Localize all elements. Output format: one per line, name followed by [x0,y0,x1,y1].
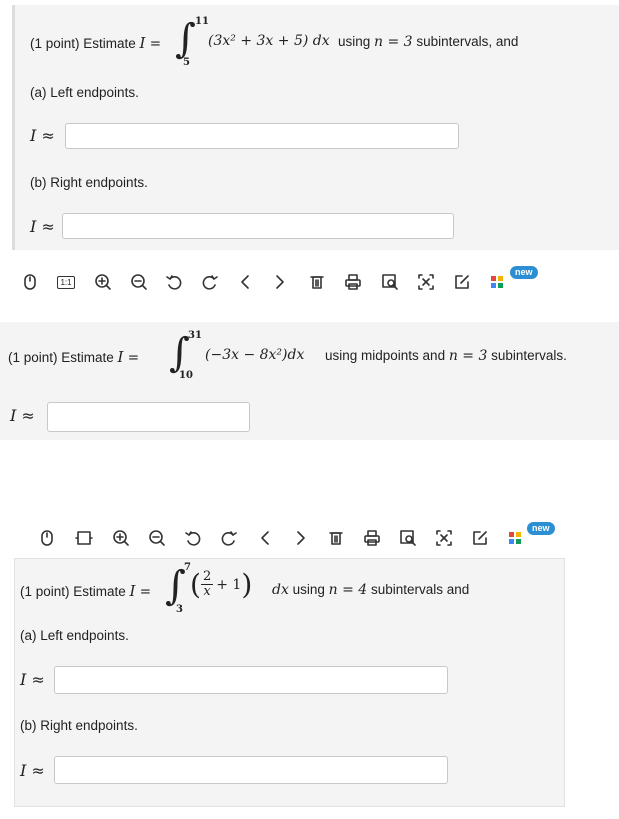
fit-screen-icon[interactable] [74,527,94,549]
problem-1-answer-b-input[interactable] [62,213,454,239]
problem-2-statement: (1 point) Estimate I = [8,348,140,366]
mouse-icon[interactable] [20,271,40,293]
new-badge: new [527,522,555,535]
problem-1-integrand: (3x² + 3x + 5) dx [208,33,330,49]
problem-1-upper-limit: 11 [195,16,209,27]
problem-3-approx-b: I ≈ [20,761,45,780]
print-icon[interactable] [362,527,382,549]
problem-1-integral-sign: ∫ [175,16,196,62]
problem-2-upper-limit: 31 [188,330,202,341]
apps-icon[interactable] [506,527,526,549]
problem-1-part-a-label: (a) Left endpoints. [30,85,139,100]
previous-icon[interactable] [255,527,275,549]
rotate-right-icon[interactable] [200,271,220,293]
problem-3-integral-sign: ∫ [165,563,186,609]
problem-3-integrand: (2 x + 1) [190,568,253,601]
zoom-in-icon[interactable] [93,271,113,293]
delete-icon[interactable] [326,527,346,549]
rotate-left-icon[interactable] [164,271,184,293]
problem-1-answer-a-input[interactable] [65,123,459,149]
previous-icon[interactable] [235,271,255,293]
problem-2-answer-input[interactable] [47,402,250,432]
actual-size-icon: 1:1 [57,275,75,289]
image-search-icon[interactable] [398,527,418,549]
edit-icon[interactable] [470,527,490,549]
problem-2-suffix: using midpoints and n = 3 subintervals. [325,348,567,364]
zoom-in-icon[interactable] [111,527,131,549]
print-icon[interactable] [343,271,363,293]
problem-1-approx-a: I ≈ [30,126,55,145]
problem-3-part-b-label: (b) Right endpoints. [20,718,138,733]
new-badge: new [510,266,538,279]
image-search-icon[interactable] [380,271,400,293]
rotate-right-icon[interactable] [219,527,239,549]
problem-2-integrand: (−3x − 8x²)dx [205,347,305,363]
next-icon[interactable] [270,271,290,293]
delete-icon[interactable] [307,271,327,293]
next-icon[interactable] [291,527,311,549]
edit-icon[interactable] [452,271,472,293]
problem-1-suffix: using n = 3 subintervals, and [338,34,519,50]
rotate-left-icon[interactable] [183,527,203,549]
apps-icon[interactable] [488,271,508,293]
image-toolbar-2: new [0,522,619,553]
problem-1-part-b-label: (b) Right endpoints. [30,175,148,190]
problem-2-lower-limit: 10 [179,370,193,381]
problem-3-part-a-label: (a) Left endpoints. [20,628,129,643]
problem-3-answer-a-input[interactable] [54,666,448,694]
mouse-icon[interactable] [37,527,57,549]
problem-1-approx-b: I ≈ [30,217,55,236]
problem-2-integral-sign: ∫ [169,330,190,376]
zoom-out-icon[interactable] [147,527,167,549]
actual-size-button[interactable]: 1:1 [56,271,76,293]
problem-1-lower-limit: 5 [183,57,190,68]
translate-icon[interactable] [434,527,454,549]
zoom-out-icon[interactable] [129,271,149,293]
translate-icon[interactable] [416,271,436,293]
problem-3-statement: (1 point) Estimate I = [20,582,152,600]
problem-1-statement: (1 point) Estimate I = [30,34,162,52]
problem-3-suffix: dx using n = 4 subintervals and [272,582,470,598]
problem-3-approx-a: I ≈ [20,670,45,689]
problem-3-answer-b-input[interactable] [54,756,448,784]
problem-2-approx: I ≈ [10,406,35,425]
image-toolbar-1: 1:1 new [0,266,619,297]
problem-3-lower-limit: 3 [176,604,183,615]
problem-3-fraction: 2x [200,569,214,599]
